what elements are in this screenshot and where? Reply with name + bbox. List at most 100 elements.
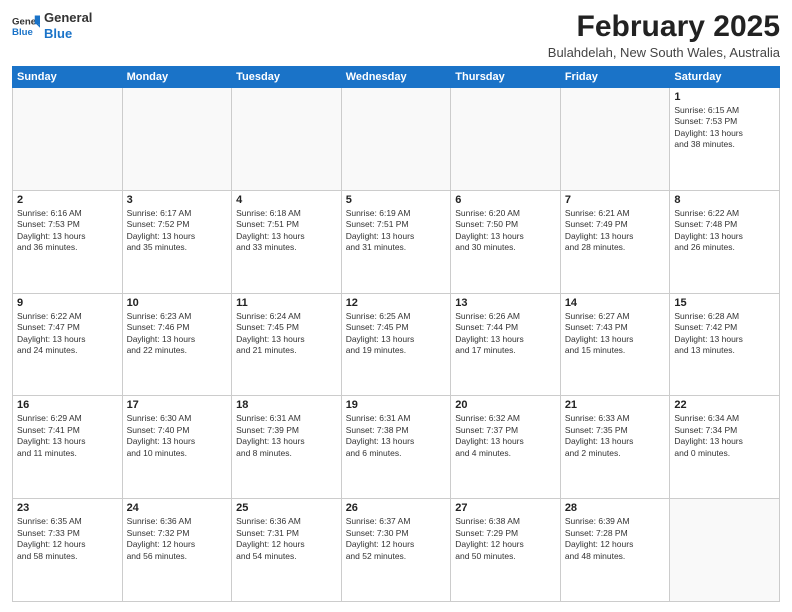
- cell-info: Sunrise: 6:22 AM Sunset: 7:47 PM Dayligh…: [17, 311, 118, 357]
- calendar-cell: 21 Sunrise: 6:33 AM Sunset: 7:35 PM Dayli…: [560, 396, 670, 499]
- calendar-cell: [560, 88, 670, 191]
- calendar-cell: 18 Sunrise: 6:31 AM Sunset: 7:39 PM Dayli…: [232, 396, 342, 499]
- calendar-cell: 3Sunrise: 6:17 AM Sunset: 7:52 PM Daylig…: [122, 190, 232, 293]
- calendar-cell: 22Sunrise: 6:34 AM Sunset: 7:34 PM Dayli…: [670, 396, 780, 499]
- cell-info: Sunrise: 6:35 AM Sunset: 7:33 PM Dayligh…: [17, 516, 118, 562]
- calendar-cell: 5 Sunrise: 6:19 AM Sunset: 7:51 PM Daylig…: [341, 190, 451, 293]
- col-sunday: Sunday: [13, 67, 123, 88]
- calendar-cell: 28 Sunrise: 6:39 AM Sunset: 7:28 PM Dayli…: [560, 499, 670, 602]
- day-number: 27: [455, 502, 556, 514]
- cell-info: Sunrise: 6:22 AM Sunset: 7:48 PM Dayligh…: [674, 208, 775, 254]
- cell-info: Sunrise: 6:24 AM Sunset: 7:45 PM Dayligh…: [236, 311, 337, 357]
- calendar-week-row: 1Sunrise: 6:15 AM Sunset: 7:53 PM Daylig…: [13, 88, 780, 191]
- cell-info: Sunrise: 6:29 AM Sunset: 7:41 PM Dayligh…: [17, 413, 118, 459]
- calendar-cell: 20Sunrise: 6:32 AM Sunset: 7:37 PM Dayli…: [451, 396, 561, 499]
- calendar-cell: 23 Sunrise: 6:35 AM Sunset: 7:33 PM Dayli…: [13, 499, 123, 602]
- day-number: 23: [17, 502, 118, 514]
- calendar-cell: 13 Sunrise: 6:26 AM Sunset: 7:44 PM Dayli…: [451, 293, 561, 396]
- day-number: 8: [674, 194, 775, 206]
- logo-blue: Blue: [44, 26, 92, 42]
- day-number: 16: [17, 399, 118, 411]
- calendar-week-row: 16 Sunrise: 6:29 AM Sunset: 7:41 PM Dayli…: [13, 396, 780, 499]
- col-wednesday: Wednesday: [341, 67, 451, 88]
- day-number: 28: [565, 502, 666, 514]
- cell-info: Sunrise: 6:20 AM Sunset: 7:50 PM Dayligh…: [455, 208, 556, 254]
- calendar-cell: 2 Sunrise: 6:16 AM Sunset: 7:53 PM Daylig…: [13, 190, 123, 293]
- calendar-cell: 1Sunrise: 6:15 AM Sunset: 7:53 PM Daylig…: [670, 88, 780, 191]
- day-number: 2: [17, 194, 118, 206]
- cell-info: Sunrise: 6:26 AM Sunset: 7:44 PM Dayligh…: [455, 311, 556, 357]
- calendar-cell: 27 Sunrise: 6:38 AM Sunset: 7:29 PM Dayli…: [451, 499, 561, 602]
- cell-info: Sunrise: 6:37 AM Sunset: 7:30 PM Dayligh…: [346, 516, 447, 562]
- day-number: 11: [236, 297, 337, 309]
- day-number: 1: [674, 91, 775, 103]
- logo: General Blue General Blue: [12, 10, 92, 41]
- day-number: 25: [236, 502, 337, 514]
- calendar-cell: 8 Sunrise: 6:22 AM Sunset: 7:48 PM Daylig…: [670, 190, 780, 293]
- cell-info: Sunrise: 6:31 AM Sunset: 7:39 PM Dayligh…: [236, 413, 337, 459]
- calendar-cell: [341, 88, 451, 191]
- calendar-week-row: 23 Sunrise: 6:35 AM Sunset: 7:33 PM Dayli…: [13, 499, 780, 602]
- title-block: February 2025 Bulahdelah, New South Wale…: [548, 10, 780, 60]
- cell-info: Sunrise: 6:17 AM Sunset: 7:52 PM Dayligh…: [127, 208, 228, 254]
- cell-info: Sunrise: 6:33 AM Sunset: 7:35 PM Dayligh…: [565, 413, 666, 459]
- calendar-cell: 26 Sunrise: 6:37 AM Sunset: 7:30 PM Dayli…: [341, 499, 451, 602]
- calendar-cell: 25 Sunrise: 6:36 AM Sunset: 7:31 PM Dayli…: [232, 499, 342, 602]
- cell-info: Sunrise: 6:38 AM Sunset: 7:29 PM Dayligh…: [455, 516, 556, 562]
- cell-info: Sunrise: 6:31 AM Sunset: 7:38 PM Dayligh…: [346, 413, 447, 459]
- calendar-cell: 6Sunrise: 6:20 AM Sunset: 7:50 PM Daylig…: [451, 190, 561, 293]
- calendar-cell: [670, 499, 780, 602]
- day-number: 21: [565, 399, 666, 411]
- calendar-cell: 11 Sunrise: 6:24 AM Sunset: 7:45 PM Dayli…: [232, 293, 342, 396]
- location: Bulahdelah, New South Wales, Australia: [548, 45, 780, 60]
- day-number: 18: [236, 399, 337, 411]
- logo-icon: General Blue: [12, 12, 40, 40]
- day-number: 5: [346, 194, 447, 206]
- calendar-cell: [13, 88, 123, 191]
- day-number: 4: [236, 194, 337, 206]
- calendar-cell: 19 Sunrise: 6:31 AM Sunset: 7:38 PM Dayli…: [341, 396, 451, 499]
- calendar-cell: [232, 88, 342, 191]
- cell-info: Sunrise: 6:36 AM Sunset: 7:31 PM Dayligh…: [236, 516, 337, 562]
- calendar-cell: 9 Sunrise: 6:22 AM Sunset: 7:47 PM Daylig…: [13, 293, 123, 396]
- svg-text:Blue: Blue: [12, 26, 33, 37]
- calendar-week-row: 2 Sunrise: 6:16 AM Sunset: 7:53 PM Daylig…: [13, 190, 780, 293]
- day-number: 14: [565, 297, 666, 309]
- calendar-cell: [122, 88, 232, 191]
- cell-info: Sunrise: 6:18 AM Sunset: 7:51 PM Dayligh…: [236, 208, 337, 254]
- cell-info: Sunrise: 6:30 AM Sunset: 7:40 PM Dayligh…: [127, 413, 228, 459]
- cell-info: Sunrise: 6:25 AM Sunset: 7:45 PM Dayligh…: [346, 311, 447, 357]
- logo-general: General: [44, 10, 92, 26]
- calendar-table: Sunday Monday Tuesday Wednesday Thursday…: [12, 66, 780, 602]
- cell-info: Sunrise: 6:39 AM Sunset: 7:28 PM Dayligh…: [565, 516, 666, 562]
- cell-info: Sunrise: 6:16 AM Sunset: 7:53 PM Dayligh…: [17, 208, 118, 254]
- day-number: 26: [346, 502, 447, 514]
- day-number: 12: [346, 297, 447, 309]
- cell-info: Sunrise: 6:28 AM Sunset: 7:42 PM Dayligh…: [674, 311, 775, 357]
- calendar-cell: 24 Sunrise: 6:36 AM Sunset: 7:32 PM Dayli…: [122, 499, 232, 602]
- col-thursday: Thursday: [451, 67, 561, 88]
- day-number: 17: [127, 399, 228, 411]
- calendar-cell: 14Sunrise: 6:27 AM Sunset: 7:43 PM Dayli…: [560, 293, 670, 396]
- calendar-cell: 10Sunrise: 6:23 AM Sunset: 7:46 PM Dayli…: [122, 293, 232, 396]
- col-friday: Friday: [560, 67, 670, 88]
- day-number: 7: [565, 194, 666, 206]
- day-number: 24: [127, 502, 228, 514]
- calendar-cell: 4 Sunrise: 6:18 AM Sunset: 7:51 PM Daylig…: [232, 190, 342, 293]
- calendar-cell: 12 Sunrise: 6:25 AM Sunset: 7:45 PM Dayli…: [341, 293, 451, 396]
- page: General Blue General Blue February 2025 …: [0, 0, 792, 612]
- cell-info: Sunrise: 6:36 AM Sunset: 7:32 PM Dayligh…: [127, 516, 228, 562]
- month-year: February 2025: [548, 10, 780, 43]
- day-number: 9: [17, 297, 118, 309]
- calendar-cell: [451, 88, 561, 191]
- col-tuesday: Tuesday: [232, 67, 342, 88]
- cell-info: Sunrise: 6:19 AM Sunset: 7:51 PM Dayligh…: [346, 208, 447, 254]
- day-number: 10: [127, 297, 228, 309]
- day-number: 13: [455, 297, 556, 309]
- calendar-cell: 17 Sunrise: 6:30 AM Sunset: 7:40 PM Dayli…: [122, 396, 232, 499]
- calendar-header-row: Sunday Monday Tuesday Wednesday Thursday…: [13, 67, 780, 88]
- day-number: 19: [346, 399, 447, 411]
- calendar-cell: 15 Sunrise: 6:28 AM Sunset: 7:42 PM Dayli…: [670, 293, 780, 396]
- day-number: 15: [674, 297, 775, 309]
- col-saturday: Saturday: [670, 67, 780, 88]
